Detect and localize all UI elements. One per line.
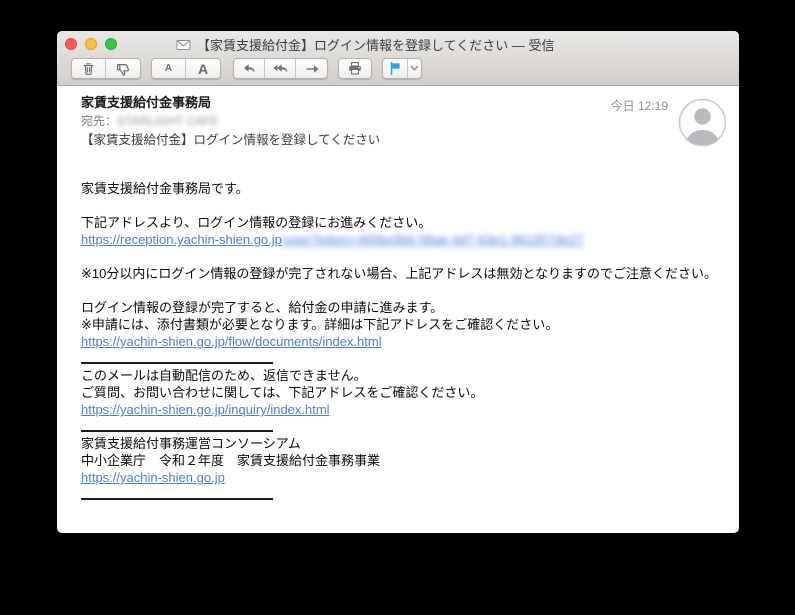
body-line: https://reception.yachin-shien.go.jp/use… [81, 231, 715, 248]
window-title: 【家賃支援給付金】ログイン情報を登録してください — 受信 [197, 38, 555, 53]
body-line: 中小企業庁 令和２年度 家賃支援給付金事務事業 [81, 453, 381, 468]
forward-arrow-icon [304, 63, 320, 75]
mail-message-window: 【家賃支援給付金】ログイン情報を登録してください — 受信 A A 家賃支援給付… [57, 31, 739, 533]
body-line: https://yachin-shien.go.jp [81, 469, 715, 486]
envelope-icon [176, 39, 191, 51]
flag-button[interactable] [383, 59, 408, 78]
body-link[interactable]: https://yachin-shien.go.jp/flow/document… [81, 334, 382, 349]
flag-menu-button[interactable] [408, 59, 421, 78]
separator-bar [81, 418, 273, 432]
toolbar-group-reply [233, 58, 328, 79]
printer-icon [347, 61, 363, 76]
body-line [81, 248, 715, 265]
font-larger-button[interactable]: A [186, 59, 220, 78]
message-header: 家賃支援給付金事務局 宛先：STARLIGHT CAFE 【家賃支援給付金】ログ… [57, 86, 739, 179]
body-link[interactable]: https://yachin-shien.go.jp [81, 470, 225, 485]
reply-arrow-icon [241, 62, 257, 76]
body-line: https://yachin-shien.go.jp/flow/document… [81, 333, 715, 350]
window-chrome: 【家賃支援給付金】ログイン情報を登録してください — 受信 A A [57, 31, 739, 86]
traffic-lights [65, 38, 117, 50]
close-button[interactable] [65, 38, 77, 50]
body-line: ご質問、お問い合わせに関しては、下記アドレスをご確認ください。 [81, 385, 484, 400]
toolbar-group-flag [382, 58, 422, 79]
body-line: このメールは自動配信のため、返信できません。 [81, 368, 367, 383]
chevron-down-icon [410, 65, 419, 72]
reply-button[interactable] [234, 59, 265, 78]
flag-icon [388, 61, 402, 76]
minimize-button[interactable] [85, 38, 97, 50]
mail-body: 家賃支援給付金事務局です。下記アドレスより、ログイン情報の登録にお進みください。… [57, 179, 739, 503]
forward-arrow-icon-button[interactable] [296, 59, 327, 78]
reply-all-arrows-icon [272, 62, 289, 76]
toolbar-group-fontsize: A A [151, 58, 221, 79]
zoom-button[interactable] [105, 38, 117, 50]
title-block: 【家賃支援給付金】ログイン情報を登録してください — 受信 [176, 35, 554, 54]
recipient-name: STARLIGHT CAFE [117, 114, 219, 128]
body-line: ログイン情報の登録が完了すると、給付金の申請に進みます。 [81, 300, 444, 315]
titlebar[interactable]: 【家賃支援給付金】ログイン情報を登録してください — 受信 [57, 31, 739, 55]
blurred-url-token: /user?token=465bc0b6-58ae-4d7-63e1-96195… [281, 232, 584, 247]
reply-all-button[interactable] [265, 59, 296, 78]
body-line: 家賃支援給付事務運営コンソーシアム [81, 436, 301, 451]
toolbar: A A [57, 55, 739, 86]
body-line: https://yachin-shien.go.jp/inquiry/index… [81, 401, 715, 418]
body-line [81, 350, 715, 367]
recipient-line: 宛先：STARLIGHT CAFE [81, 114, 715, 129]
trash-icon [81, 61, 96, 76]
body-line [81, 486, 715, 503]
small-a-icon: A [164, 63, 173, 74]
screen: { "window": { "title": "【家賃支援給付金】ログイン情報を… [0, 0, 795, 615]
toolbar-group-delete-junk [71, 58, 141, 79]
to-label: 宛先： [81, 114, 118, 128]
large-a-icon: A [197, 60, 209, 77]
body-line: 家賃支援給付金事務局です。 [81, 181, 249, 196]
junk-button[interactable] [106, 59, 140, 78]
body-line [81, 418, 715, 435]
separator-bar [81, 350, 273, 364]
toolbar-group-print [338, 58, 372, 79]
print-button[interactable] [339, 59, 371, 78]
font-smaller-button[interactable]: A [152, 59, 186, 78]
subject-line: 【家賃支援給付金】ログイン情報を登録してください [81, 133, 381, 147]
body-line: ※申請には、添付書類が必要となります。詳細は下記アドレスをご確認ください。 [81, 317, 559, 332]
delete-button[interactable] [72, 59, 106, 78]
message-date: 今日 12:19 [610, 99, 668, 113]
body-line [81, 197, 715, 214]
separator-bar [81, 486, 273, 500]
body-link[interactable]: https://reception.yachin-shien.go.jp [81, 232, 282, 247]
body-line: ※10分以内にログイン情報の登録が完了されない場合、上記アドレスは無効となります… [81, 266, 717, 281]
thumbs-down-icon [115, 61, 131, 77]
body-line: 下記アドレスより、ログイン情報の登録にお進みください。 [81, 215, 432, 230]
body-link[interactable]: https://yachin-shien.go.jp/inquiry/index… [81, 402, 330, 417]
avatar [678, 98, 727, 147]
body-line [81, 282, 715, 299]
